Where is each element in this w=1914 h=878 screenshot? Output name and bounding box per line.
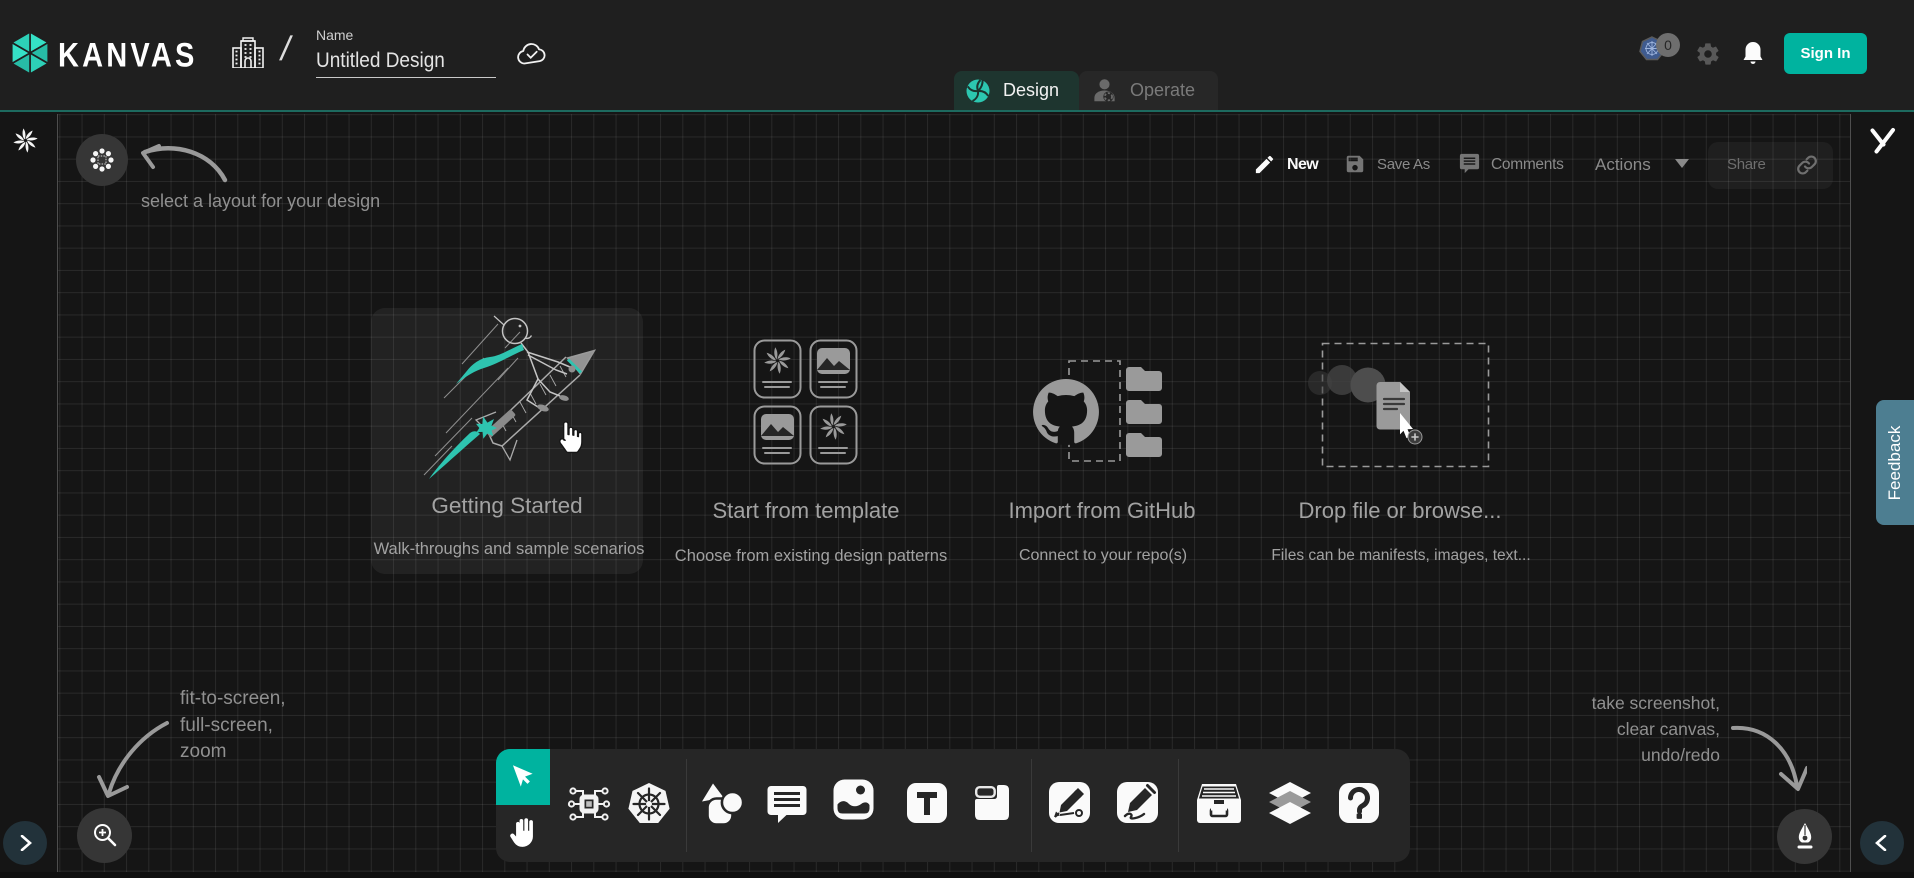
svg-text:0: 0 bbox=[1664, 37, 1672, 53]
